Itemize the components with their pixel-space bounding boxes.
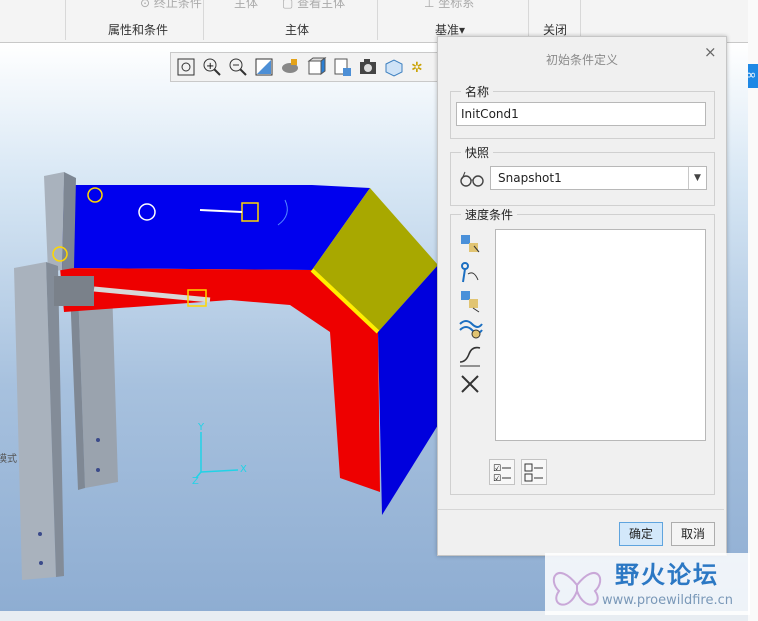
connection-velocity-icon[interactable] (458, 260, 484, 286)
zoom-in-icon[interactable]: + (201, 56, 223, 78)
axis-y-label: Y (197, 422, 205, 433)
svg-text:☑: ☑ (493, 464, 501, 474)
dropdown-arrow-icon: ▾ (459, 23, 466, 37)
side-text: 模式 (0, 452, 17, 465)
close-icon[interactable]: × (704, 43, 717, 61)
select-all-icon[interactable]: ☑ ☑ (489, 459, 515, 485)
snapshot-value: Snapshot1 (498, 171, 562, 185)
watermark-title: 野火论坛 (615, 560, 719, 589)
group-label-properties: 属性和条件 (108, 23, 169, 37)
zoom-fit-icon[interactable] (175, 56, 197, 78)
axis-x-label: X (240, 464, 247, 475)
bolt-hole (38, 532, 42, 536)
delete-icon[interactable] (458, 372, 484, 398)
glasses-icon (459, 170, 485, 188)
coordinate-system-label: 坐标系 (438, 0, 475, 10)
view-orient-icon[interactable] (279, 56, 301, 78)
ribbon-separator (65, 0, 66, 40)
butterfly-logo-icon (552, 572, 602, 606)
ribbon-separator (528, 0, 529, 40)
point-velocity-icon[interactable] (458, 232, 484, 258)
repaint-icon[interactable] (253, 56, 275, 78)
velocity-label: 速度条件 (461, 206, 518, 223)
snapshot-icon[interactable] (357, 56, 379, 78)
name-label: 名称 (461, 83, 494, 100)
coordinate-system-button[interactable]: ⊥ 坐标系 (424, 0, 474, 11)
axis-x-line (200, 469, 239, 473)
snapshot-label: 快照 (461, 144, 494, 161)
terminate-condition-label: 终止条件 (153, 0, 202, 10)
saved-views-icon[interactable] (331, 56, 353, 78)
model-display-icon[interactable] (383, 56, 405, 78)
snapshot-dropdown[interactable]: Snapshot1 ▼ (490, 166, 707, 190)
ribbon-separator (203, 0, 204, 40)
ribbon-separator (580, 0, 581, 40)
dialog-title: 初始条件定义 (545, 53, 618, 67)
cylinder-mount (54, 276, 94, 306)
terminate-condition-button[interactable]: ⊙ 终止条件 (140, 0, 202, 11)
chevron-down-icon[interactable]: ▼ (688, 167, 706, 189)
view-toolbar: + ✲ (170, 52, 440, 82)
dialog-divider (438, 509, 724, 510)
tangent-slot-velocity-icon[interactable] (458, 316, 484, 342)
svg-text:+: + (206, 61, 214, 72)
name-field[interactable]: InitCond1 (456, 102, 706, 126)
datum-display-icon[interactable]: ✲ (409, 56, 431, 78)
ok-button[interactable]: 确定 (619, 522, 663, 546)
watermark-url: www.proewildfire.cn (602, 593, 733, 608)
forum-watermark: 野火论坛 www.proewildfire.cn (545, 553, 750, 615)
bolt-hole (39, 561, 43, 565)
bolt-hole (96, 468, 100, 472)
ribbon-separator (377, 0, 378, 40)
deselect-all-icon[interactable] (521, 459, 547, 485)
group-label-body: 主体 (285, 23, 310, 37)
angular-velocity-icon[interactable] (458, 288, 484, 314)
frame-upright-side (62, 172, 76, 270)
body-button[interactable]: 主体 (234, 0, 258, 11)
display-style-icon[interactable] (305, 56, 327, 78)
view-body-label: 查看主体 (297, 0, 346, 10)
svg-text:✲: ✲ (411, 60, 423, 76)
motion-axis-velocity-icon[interactable] (458, 344, 484, 370)
zoom-out-icon[interactable] (227, 56, 249, 78)
svg-text:☑: ☑ (493, 474, 501, 484)
frame-leg-right (78, 286, 118, 488)
bolt-hole (96, 438, 100, 442)
axis-z-label: Z (192, 476, 199, 487)
velocity-condition-list[interactable] (495, 229, 706, 441)
datum-label: 基准 (435, 23, 460, 37)
cancel-button[interactable]: 取消 (671, 522, 715, 546)
view-body-button[interactable]: ▢ 查看主体 (282, 0, 345, 11)
right-edge-strip (748, 0, 758, 621)
